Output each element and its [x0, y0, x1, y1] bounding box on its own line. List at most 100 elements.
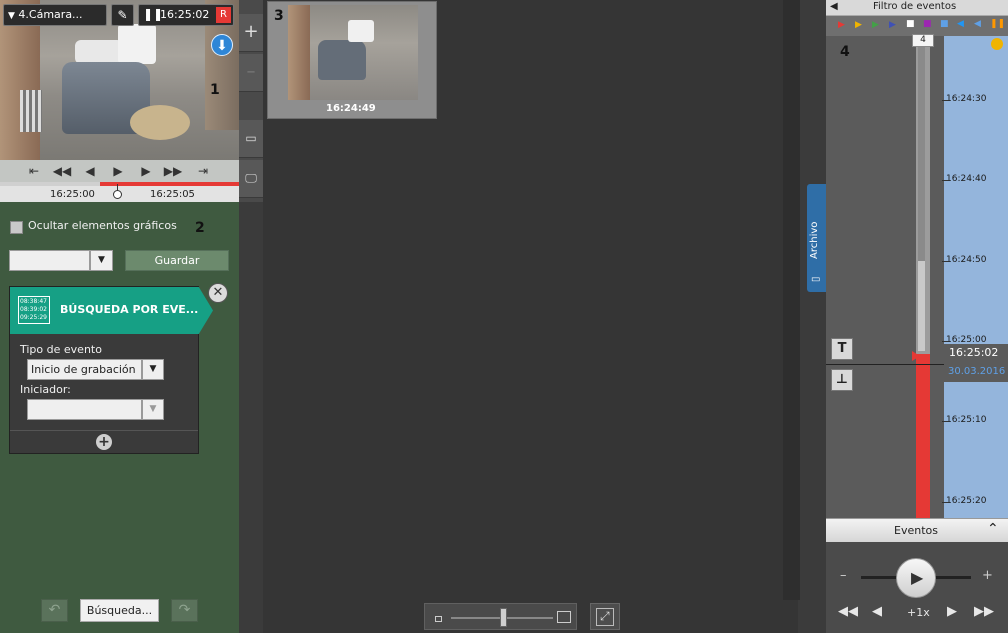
small-tile-icon — [435, 616, 442, 622]
save-button[interactable]: Guardar — [125, 250, 229, 271]
annotation-4: 4 — [840, 44, 850, 60]
tile-car — [318, 40, 366, 80]
step-back-icon[interactable]: ◀ — [872, 604, 882, 619]
step-forward-icon[interactable]: ▶ — [136, 162, 156, 180]
tick-label: 16:24:30 — [941, 94, 987, 104]
tick-label: 16:25:20 — [941, 496, 987, 506]
event-type-label: Tipo de evento — [20, 343, 102, 356]
initiator-label: Iniciador: — [20, 383, 71, 396]
filter-green-icon[interactable]: ▶ — [872, 20, 879, 30]
panel-title: BÚSQUEDA POR EVE... — [60, 303, 199, 316]
expand-arrows-icon: ⤢ — [600, 609, 610, 623]
chevron-down-icon[interactable]: ▼ — [90, 250, 113, 271]
timeline-label-start: 16:25:00 — [50, 189, 95, 200]
event-type-select[interactable]: Inicio de grabación — [27, 359, 142, 380]
archive-tab[interactable]: Archivo ▭ — [807, 184, 826, 292]
monitor-icon[interactable]: 🖵 — [239, 160, 263, 198]
initiator-select[interactable] — [27, 399, 142, 420]
faster-icon[interactable]: + — [982, 568, 993, 583]
fast-forward-icon[interactable]: ▶▶ — [163, 162, 183, 180]
download-icon[interactable]: ⬇ — [211, 34, 233, 56]
cursor-date: 30.03.2016 — [948, 366, 1006, 377]
undo-icon[interactable]: ↶ — [41, 599, 68, 622]
slower-icon[interactable]: – — [840, 568, 847, 583]
filter-sound-icon[interactable]: ◀ — [957, 19, 964, 29]
close-icon[interactable]: ✕ — [208, 283, 228, 303]
clock-list-icon: 08:38:47 08:39:02 09:25:29 — [18, 296, 50, 324]
filter-pause-icon[interactable]: ❚❚ — [990, 19, 1005, 29]
monitor-icon: ▭ — [811, 274, 821, 285]
event-search-panel: 08:38:47 08:39:02 09:25:29 BÚSQUEDA POR EV… — [9, 286, 213, 454]
events-header[interactable]: Eventos ⌃ — [826, 518, 1008, 542]
annotation-1: 1 — [210, 82, 220, 98]
archive-icon[interactable]: ▭ — [239, 120, 263, 158]
camera-timeline[interactable]: 16:25:00 16:25:05 — [0, 182, 239, 202]
fast-rewind-icon[interactable]: ◀◀ — [52, 162, 72, 180]
fence — [20, 90, 42, 132]
cursor-marker — [912, 351, 920, 361]
white-van — [118, 24, 156, 64]
fast-forward-icon[interactable]: ▶▶ — [974, 604, 994, 619]
event-filter-header: ◀ Filtro de eventos — [826, 0, 1008, 16]
bottom-align-icon[interactable]: ⊥ — [831, 369, 853, 391]
filter-yellow-icon[interactable]: ▶ — [855, 20, 862, 30]
step-forward-icon[interactable]: ▶ — [947, 604, 957, 619]
filter-camera-icon[interactable]: ■ — [940, 19, 949, 29]
play-button[interactable]: ▶ — [896, 558, 936, 598]
expand-up-icon[interactable]: ⌃ — [987, 521, 999, 537]
archive-timeline-panel: ◀ Filtro de eventos ▶ ▶ ▶ ▶ ■ ■ ■ ◀ ◀ ❚❚… — [826, 0, 1008, 633]
playback-status: ❚❚ 16:25:02 R — [138, 4, 234, 26]
step-back-icon[interactable]: ◀ — [80, 162, 100, 180]
timeline-label-end: 16:25:05 — [150, 189, 195, 200]
redo-icon[interactable]: ↷ — [171, 599, 198, 622]
tile-video — [288, 5, 418, 100]
hide-graphics-checkbox[interactable] — [10, 221, 23, 234]
chevron-down-icon[interactable]: ▼ — [142, 359, 164, 380]
filter-red-icon[interactable]: ▶ — [838, 20, 845, 30]
add-icon[interactable]: + — [239, 14, 263, 52]
recording-track[interactable] — [916, 36, 930, 518]
main-scrollbar[interactable] — [783, 0, 800, 600]
scroll-badge: 4 — [912, 34, 934, 47]
go-to-end-icon[interactable]: ⇥ — [193, 162, 213, 180]
annotation-2: 2 — [195, 220, 205, 236]
top-align-icon[interactable]: T — [831, 338, 853, 360]
camera-tile[interactable]: 3 16:24:49 — [267, 1, 437, 119]
search-button[interactable]: Búsqueda... — [80, 599, 159, 622]
chevron-down-icon[interactable]: ▼ — [142, 399, 164, 420]
play-icon[interactable]: ▶ — [108, 162, 128, 180]
edit-icon[interactable]: ✎ — [111, 4, 134, 26]
recorded-segment — [916, 354, 930, 518]
filter-person-icon[interactable]: ■ — [923, 19, 932, 29]
track-scroll — [918, 46, 925, 266]
event-filter-title: Filtro de eventos — [873, 1, 957, 12]
track-handle — [918, 261, 925, 351]
event-search-header[interactable]: 08:38:47 08:39:02 09:25:29 BÚSQUEDA POR EV… — [10, 287, 213, 334]
tile-building — [288, 5, 310, 100]
rewind-icon[interactable]: ◀◀ — [838, 604, 858, 619]
collapse-left-icon[interactable]: ◀ — [830, 1, 838, 12]
event-filter-bar: ▶ ▶ ▶ ▶ ■ ■ ■ ◀ ◀ ❚❚ — [826, 16, 1008, 36]
fullscreen-icon[interactable]: ⤢ — [590, 603, 620, 630]
filter-doc-icon[interactable]: ■ — [906, 19, 915, 29]
filter-audio-icon[interactable]: ◀ — [974, 19, 981, 29]
cursor-readout: 16:25:02 30.03.2016 — [944, 344, 1008, 382]
timeline-cursor[interactable] — [113, 184, 123, 199]
tick-label: 16:24:50 — [941, 255, 987, 265]
filter-blue-icon[interactable]: ▶ — [889, 20, 896, 30]
add-condition-icon[interactable]: + — [96, 434, 112, 450]
preset-select[interactable] — [9, 250, 90, 271]
layout-toolbar: + – ▭ 🖵 — [239, 0, 263, 202]
time-scale[interactable] — [944, 36, 1008, 518]
left-panel: 1 ⬇ ▼ 4.Cámara... ✎ ❚❚ 16:25:02 R ⇤ ◀◀ ◀… — [0, 0, 239, 633]
tile-size-slider[interactable] — [424, 603, 577, 630]
slider-thumb[interactable] — [500, 608, 507, 627]
sand-pile — [130, 105, 190, 140]
camera-select[interactable]: ▼ 4.Cámara... — [3, 4, 107, 26]
divider — [10, 430, 198, 431]
sun-icon[interactable] — [991, 38, 1003, 50]
tile-time: 16:24:49 — [326, 103, 376, 114]
go-to-start-icon[interactable]: ⇤ — [24, 162, 44, 180]
remove-icon[interactable]: – — [239, 54, 263, 92]
large-tile-icon — [557, 611, 571, 623]
